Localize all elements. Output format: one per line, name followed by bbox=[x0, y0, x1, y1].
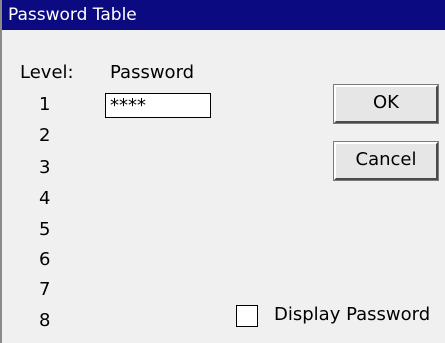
ok-button[interactable]: OK bbox=[333, 84, 439, 124]
level-number-7: 7 bbox=[39, 279, 51, 300]
level-number-8: 8 bbox=[39, 310, 51, 331]
password-field-level-1[interactable]: **** bbox=[105, 93, 211, 118]
cancel-button[interactable]: Cancel bbox=[333, 141, 439, 181]
level-number-1: 1 bbox=[39, 94, 51, 115]
display-password-label[interactable]: Display Password bbox=[274, 304, 430, 326]
password-column-header: Password bbox=[110, 62, 195, 83]
password-table-dialog: Password Table Level: Password 1 2 3 4 5… bbox=[0, 0, 445, 343]
level-number-6: 6 bbox=[39, 249, 51, 270]
level-column-header: Level: bbox=[20, 62, 74, 83]
window-title: Password Table bbox=[8, 5, 137, 25]
level-number-2: 2 bbox=[39, 125, 51, 146]
level-number-3: 3 bbox=[39, 157, 51, 178]
title-bar: Password Table bbox=[2, 0, 445, 30]
level-number-5: 5 bbox=[39, 219, 51, 240]
level-number-4: 4 bbox=[39, 188, 51, 209]
display-password-checkbox[interactable] bbox=[236, 305, 258, 327]
